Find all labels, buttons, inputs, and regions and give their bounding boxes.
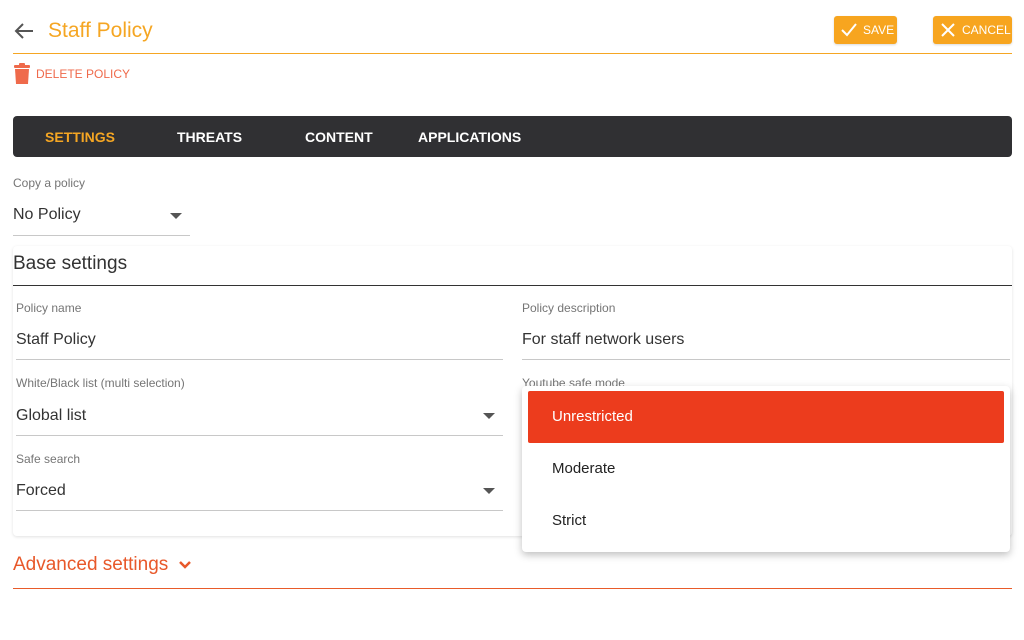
copy-policy-label: Copy a policy [13, 176, 86, 190]
safe-search-value: Forced [16, 482, 66, 499]
policy-description-value: For staff network users [522, 331, 685, 348]
caret-down-icon [170, 213, 182, 219]
tab-bar: SETTINGS THREATS CONTENT APPLICATIONS [13, 116, 1012, 157]
white-black-list-value: Global list [16, 407, 87, 424]
white-black-list-select[interactable]: Global list [16, 398, 503, 436]
safe-search-label: Safe search [16, 452, 81, 466]
delete-policy-button[interactable]: DELETE POLICY [13, 62, 130, 86]
policy-name-label: Policy name [16, 301, 82, 315]
tab-settings[interactable]: SETTINGS [45, 129, 115, 145]
chevron-down-icon [178, 561, 191, 569]
divider [13, 285, 1012, 286]
tab-threats[interactable]: THREATS [177, 129, 242, 145]
trash-icon [14, 63, 30, 84]
caret-down-icon [483, 488, 495, 494]
policy-description-field[interactable]: For staff network users [522, 322, 1010, 360]
menu-option-moderate[interactable]: Moderate [528, 443, 1004, 495]
cancel-button[interactable]: CANCEL [933, 16, 1012, 44]
copy-policy-select[interactable]: No Policy [13, 198, 190, 236]
save-button-label: SAVE [863, 23, 895, 37]
tab-content[interactable]: CONTENT [305, 129, 373, 145]
safe-search-select[interactable]: Forced [16, 473, 503, 511]
menu-option-unrestricted[interactable]: Unrestricted [528, 391, 1004, 443]
policy-description-label: Policy description [522, 301, 616, 315]
caret-down-icon [483, 413, 495, 419]
menu-option-strict[interactable]: Strict [528, 495, 1004, 547]
base-settings-title: Base settings [13, 253, 128, 274]
copy-policy-value: No Policy [13, 206, 81, 223]
save-button[interactable]: SAVE [834, 16, 897, 44]
cancel-button-label: CANCEL [962, 23, 1011, 37]
policy-name-field[interactable]: Staff Policy [16, 322, 503, 360]
policy-name-value: Staff Policy [16, 331, 96, 348]
delete-policy-label: DELETE POLICY [36, 67, 131, 81]
white-black-list-label: White/Black list (multi selection) [16, 376, 185, 390]
back-button[interactable] [13, 20, 35, 42]
youtube-safe-mode-menu: Unrestricted Moderate Strict [522, 386, 1010, 552]
check-icon [841, 23, 857, 37]
header: Staff Policy SAVE CANCEL [13, 12, 1012, 54]
close-icon [941, 23, 955, 37]
arrow-left-icon [14, 23, 33, 39]
tab-applications[interactable]: APPLICATIONS [418, 129, 521, 145]
page-title: Staff Policy [48, 19, 153, 42]
advanced-settings-label: Advanced settings [13, 554, 192, 576]
advanced-settings-toggle[interactable]: Advanced settings [13, 551, 1012, 589]
